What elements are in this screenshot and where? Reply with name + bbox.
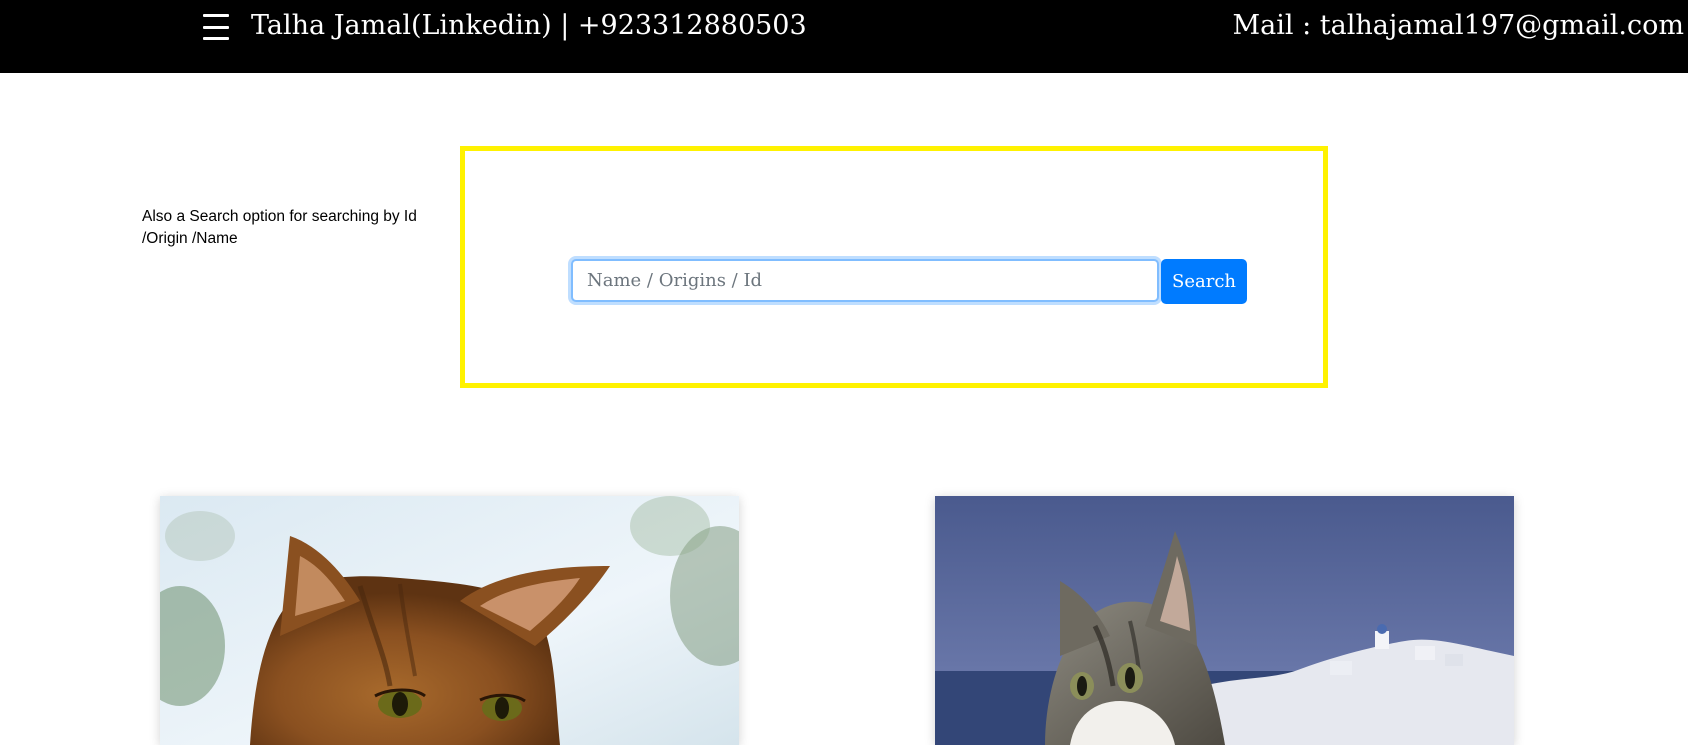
brand-link[interactable]: Talha Jamal(Linkedin) | +923312880503 bbox=[251, 10, 807, 41]
contact-email: Mail : talhajamal197@gmail.com bbox=[1232, 10, 1685, 41]
search-input[interactable] bbox=[571, 259, 1159, 302]
abyssinian-cat-image bbox=[160, 496, 739, 745]
tabby-kitten-image bbox=[935, 496, 1514, 745]
cat-card[interactable] bbox=[935, 496, 1514, 745]
top-navbar: Talha Jamal(Linkedin) | +923312880503 Ma… bbox=[0, 0, 1688, 73]
cat-card[interactable] bbox=[160, 496, 739, 745]
search-description: Also a Search option for searching by Id… bbox=[142, 208, 417, 247]
hamburger-menu-icon[interactable] bbox=[203, 14, 229, 40]
search-button[interactable]: Search bbox=[1161, 259, 1247, 304]
